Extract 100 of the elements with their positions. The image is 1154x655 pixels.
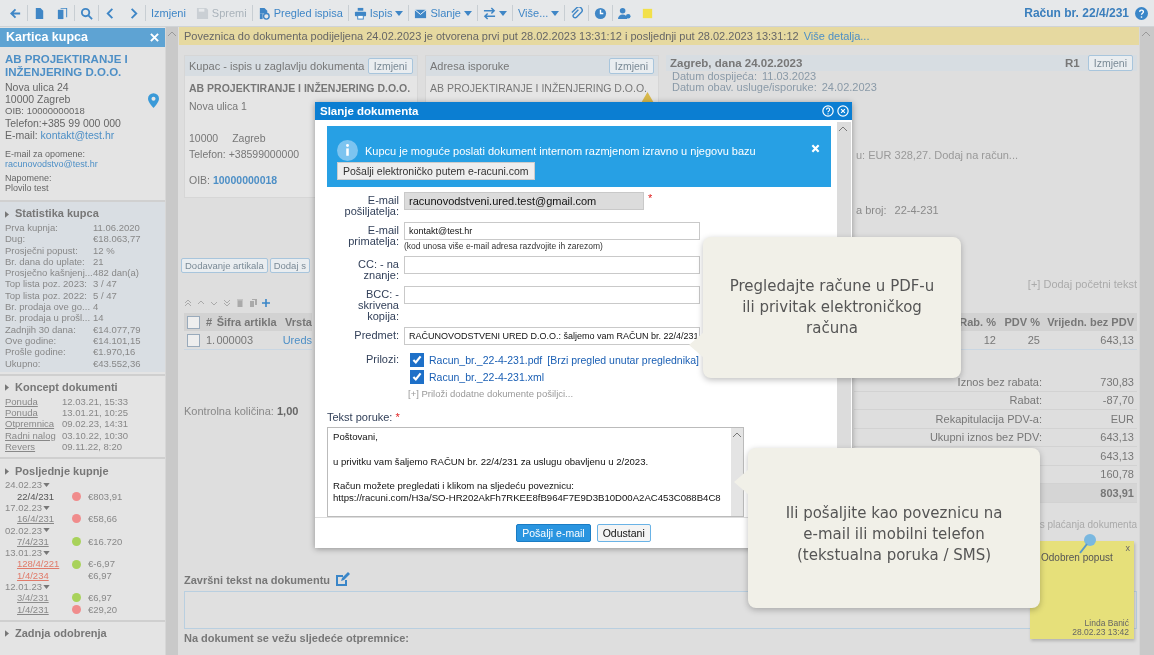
- stat-value: 5 / 47: [93, 289, 118, 302]
- stat-value: 14: [93, 312, 105, 324]
- total-label: Iznos bez rabata:: [957, 375, 1042, 388]
- stat-value: €18.063,77: [93, 233, 142, 245]
- notice-text: Poveznica do dokumenta podijeljena 24.02.2023 je otvorena prvi put 28.02.2023 13:31:12 i posljednji put 28.02.2023 13:31:12: [184, 30, 799, 42]
- field-label: E-mail pošiljatelja:: [343, 195, 400, 218]
- total-value: 643,13: [1099, 431, 1135, 444]
- control-quantity-value: 1,00: [276, 405, 299, 417]
- panel-title: Kupac - ispis u zaglavlju dokumenta: [189, 60, 365, 72]
- stat-label: Ukupno:: [5, 357, 42, 369]
- delivery-name: AB PROJEKTIRANJE I INŽENJERING D.O.O.: [430, 82, 648, 94]
- address-line: 10000 Zagreb: [5, 93, 72, 105]
- panel-title: Kartica kupca: [6, 31, 88, 44]
- required-mark: *: [395, 411, 400, 424]
- stat-label: Prošle godine:: [5, 346, 67, 358]
- purchase-amount: €29,20: [88, 603, 119, 615]
- stat-label: Prva kupnja:: [5, 222, 59, 234]
- date-label: Datum obav. usluge/isporuke:: [672, 82, 817, 93]
- total-value: 643,13: [1099, 449, 1135, 462]
- date-value: 24.02.2023: [821, 82, 877, 93]
- total-value: 803,91: [1099, 486, 1135, 499]
- purchase-amount: €6,97: [88, 592, 113, 604]
- field-hint: (kod unosa više e-mail adresa razdvojite ih zarezom): [404, 241, 604, 252]
- note-title: Odobren popust: [1041, 552, 1113, 563]
- purchase-amount: €6,97: [88, 569, 113, 581]
- note-author: Linda Banić: [1084, 618, 1129, 628]
- stat-label: Prosječni popust:: [5, 244, 79, 256]
- table-cell-text: 25: [1026, 334, 1041, 346]
- stat-value: €14.077,79: [93, 323, 142, 335]
- total-value: 160,78: [1099, 468, 1135, 481]
- draft-date: 12.03.21, 15:33: [62, 395, 130, 408]
- stat-label: Br. dana do uplate:: [5, 255, 86, 268]
- draft-date: 13.01.21, 10:25: [62, 407, 130, 419]
- table-cell-text: 12: [982, 334, 997, 346]
- total-label: Ukupni iznos bez PDV:: [929, 431, 1042, 444]
- phone-text: Telefon:+385 99 000 000: [5, 117, 121, 129]
- purchase-amount: €803,91: [88, 490, 124, 502]
- total-label: Rabat:: [1009, 394, 1042, 407]
- notes-label: Napomene:: [5, 173, 53, 183]
- total-value: 730,83: [1099, 375, 1135, 388]
- table-cell-text: 643,13: [1099, 334, 1135, 346]
- stat-value: 12 %: [93, 244, 116, 256]
- stat-value: €1.970,16: [93, 346, 137, 358]
- postcode-text: 10000: [189, 132, 219, 144]
- panel-title: Adresa isporuke: [430, 60, 510, 72]
- stat-label: Prosječno kašnjenj...: [5, 267, 93, 279]
- reference-value: 22-4-231: [894, 204, 939, 216]
- stat-value: 21: [93, 255, 105, 268]
- stat-value: 4: [93, 301, 100, 313]
- document-type: R1: [1065, 57, 1080, 69]
- field-label: Predmet:: [353, 330, 400, 342]
- notes-text: Plovilo test: [5, 183, 50, 193]
- stat-label: Top lista poz. 2022:: [5, 289, 88, 302]
- table-cell-text: 000003: [216, 334, 255, 346]
- total-value: -87,70: [1101, 394, 1135, 407]
- draft-date: 09.11.22, 8:20: [62, 441, 124, 453]
- hint-tooltip: Ili pošaljite kao poveznicu na e-mail ili mobilni telefon (tekstualna poruka / SMS): [748, 448, 1040, 608]
- oib-label: OIB:: [189, 174, 210, 186]
- stat-label: Zadnjih 30 dana:: [5, 323, 77, 335]
- phone-text: Telefon: +38599000000: [189, 148, 300, 160]
- date-value: 11.03.2023: [762, 71, 817, 82]
- document-title: Račun br. 22/4/231: [1024, 6, 1129, 20]
- field-label: CC: - na znanje:: [357, 259, 400, 282]
- draft-date: 03.10.22, 10:30: [62, 429, 130, 442]
- table-cell: 1.: [206, 334, 217, 346]
- place-date: Zagreb, dana 24.02.2023: [670, 57, 803, 69]
- required-mark: *: [648, 192, 653, 205]
- stat-label: Br. prodaja u prošl...: [5, 312, 92, 324]
- reference-label: a broj:: [856, 204, 887, 216]
- email-label: E-mail:: [5, 129, 38, 141]
- stat-value: 3 / 47: [93, 278, 118, 290]
- street-text: Nova ulica 1: [189, 100, 247, 112]
- stat-value: 482 dan(a): [93, 267, 140, 279]
- control-quantity-label: Kontrolna količina:: [184, 405, 274, 417]
- stat-label: Ove godine:: [5, 334, 58, 347]
- stat-label: Top lista poz. 2023:: [5, 278, 88, 290]
- total-value: EUR: [1109, 412, 1135, 425]
- field-label: E-mail primatelja:: [347, 225, 400, 248]
- oib-text: OIB: 10000000018: [5, 105, 86, 117]
- draft-date: 09.02.23, 14:31: [62, 418, 130, 430]
- reminder-email-label: E-mail za opomene:: [5, 149, 87, 159]
- address-line: Nova ulica 24: [5, 81, 70, 93]
- purchase-amount: €16.720: [88, 535, 124, 548]
- purchase-amount: €58,66: [88, 513, 119, 525]
- total-label: Rekapitulacija PDV-a:: [935, 412, 1042, 425]
- closing-text-title: Završni tekst na dokumentu: [184, 574, 331, 586]
- field-label: Prilozi:: [365, 354, 400, 366]
- dialog-title: Slanje dokumenta: [320, 105, 420, 117]
- stat-label: Dug:: [5, 233, 27, 245]
- stat-label: Br. prodaja ove go...: [5, 301, 92, 313]
- field-label: BCC: - skrivena kopija:: [357, 289, 400, 323]
- city-text: Zagreb: [232, 132, 266, 144]
- stat-value: €14.101,15: [93, 334, 142, 347]
- hint-tooltip: Pregledajte račune u PDF-u ili privitak elektroničkog računa: [703, 237, 961, 378]
- stat-value: €43.552,36: [93, 357, 142, 369]
- note-time: 28.02.23 13:42: [1072, 627, 1129, 637]
- buyer-name: AB PROJEKTIRANJE I INŽENJERING D.O.O.: [189, 82, 411, 94]
- purchase-amount: €-6,97: [88, 558, 116, 570]
- stat-value: 11.06.2020: [93, 222, 141, 234]
- field-label: Tekst poruke:: [327, 411, 393, 424]
